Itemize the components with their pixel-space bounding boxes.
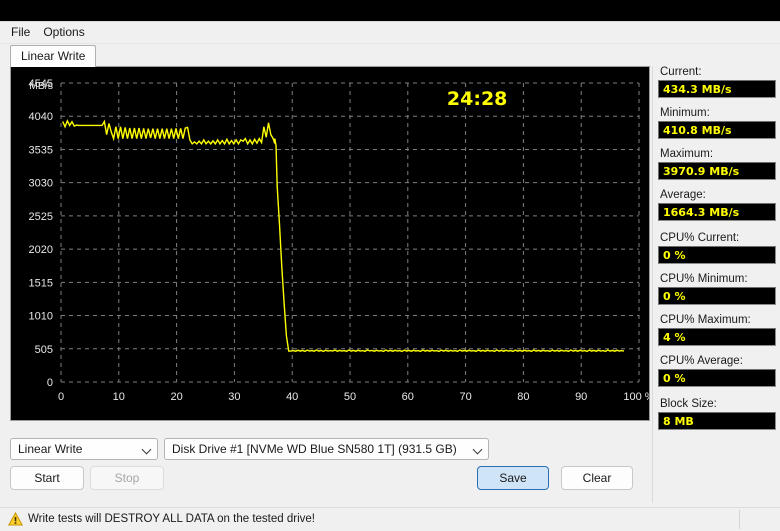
stat-block-size-label: Block Size: [660, 398, 717, 410]
y-axis-tick-label: 505 [35, 344, 53, 356]
stat-maximum: Maximum: 3970.9 MB/s [658, 148, 776, 180]
tab-strip: Linear Write [0, 44, 780, 67]
status-bar: Write tests will DESTROY ALL DATA on the… [0, 507, 780, 530]
x-axis-tick-label: 70 [459, 391, 471, 403]
y-axis-tick-label: 1515 [29, 277, 53, 289]
stat-cpu-maximum-value: 4 % [663, 330, 686, 344]
main-content: MB/s 0 505 1010 1515 2020 2525 3030 3535 4040 4545… [0, 66, 780, 531]
y-axis-tick-label: 2525 [29, 211, 53, 223]
stat-cpu-average-box: 0 % [658, 369, 776, 387]
panel-divider [652, 66, 653, 503]
stat-cpu-current-value: 0 % [663, 248, 686, 262]
stat-cpu-minimum-label: CPU% Minimum: [660, 273, 748, 285]
chevron-down-icon [472, 443, 484, 455]
y-axis-tick-label: 4040 [29, 111, 53, 123]
stat-current-value: 434.3 MB/s [663, 82, 732, 96]
y-axis-tick-label: 1010 [29, 311, 53, 323]
stat-minimum: Minimum: 410.8 MB/s [658, 107, 776, 139]
y-axis-tick-label: 0 [47, 377, 53, 389]
stat-maximum-value: 3970.9 MB/s [663, 164, 740, 178]
stat-cpu-average: CPU% Average: 0 % [658, 355, 776, 387]
stat-current-box: 434.3 MB/s [658, 80, 776, 98]
menu-bar: File Options [0, 22, 780, 44]
tab-linear-write[interactable]: Linear Write [10, 45, 97, 67]
stat-minimum-label: Minimum: [660, 107, 710, 119]
buttons-row: Start Stop Save Clear [0, 460, 648, 490]
x-axis-tick-label: 0 [58, 391, 64, 403]
test-mode-value: Linear Write [18, 442, 83, 456]
app-window: File Options Linear Write MB/s 0 505 1010 15… [0, 21, 780, 531]
x-axis-tick-label: 50 [344, 391, 356, 403]
stat-average: Average: 1664.3 MB/s [658, 189, 776, 221]
stat-cpu-current-label: CPU% Current: [660, 232, 740, 244]
stat-block-size: Block Size: 8 MB [658, 398, 776, 430]
x-axis-tick-label: 10 [113, 391, 125, 403]
menu-file[interactable]: File [7, 23, 39, 42]
stop-button: Stop [90, 466, 164, 490]
x-axis-tick-label: 80 [517, 391, 529, 403]
start-button[interactable]: Start [10, 466, 84, 490]
stat-cpu-minimum-value: 0 % [663, 289, 686, 303]
x-axis-tick-label: 60 [402, 391, 414, 403]
chart-panel: MB/s 0 505 1010 1515 2020 2525 3030 3535 4040 4545… [10, 66, 650, 421]
x-axis-tick-label: 90 [575, 391, 587, 403]
stat-average-label: Average: [660, 189, 706, 201]
y-axis-tick-label: 2020 [29, 244, 53, 256]
x-axis-tick-label: 30 [228, 391, 240, 403]
action-buttons: Save Clear [465, 466, 633, 490]
y-axis-tick-label: 3030 [29, 178, 53, 190]
x-axis-tick-label: 100 % [623, 391, 649, 403]
stat-block-size-box: 8 MB [658, 412, 776, 430]
x-axis-tick-label: 40 [286, 391, 298, 403]
stat-cpu-maximum-label: CPU% Maximum: [660, 314, 751, 326]
y-axis-tick-label: 4545 [29, 78, 53, 90]
status-divider [739, 510, 740, 529]
drive-select-value: Disk Drive #1 [NVMe WD Blue SN580 1T] (9… [172, 442, 457, 456]
throughput-line-chart: MB/s050510101515202025253030353540404545… [29, 78, 649, 403]
x-axis-tick-label: 20 [170, 391, 182, 403]
throughput-series-line [62, 119, 625, 353]
stat-maximum-label: Maximum: [660, 148, 714, 160]
stat-current: Current: 434.3 MB/s [658, 66, 776, 98]
stat-cpu-current: CPU% Current: 0 % [658, 232, 776, 264]
save-button[interactable]: Save [477, 466, 549, 490]
test-mode-select[interactable]: Linear Write [10, 438, 158, 460]
stat-minimum-value: 410.8 MB/s [663, 123, 732, 137]
warning-icon [8, 512, 23, 526]
elapsed-timer-readout: 24:28 [447, 88, 507, 110]
chevron-down-icon [141, 443, 153, 455]
stat-cpu-average-value: 0 % [663, 371, 686, 385]
stat-cpu-current-box: 0 % [658, 246, 776, 264]
stat-cpu-average-label: CPU% Average: [660, 355, 743, 367]
warning-text: Write tests will DESTROY ALL DATA on the… [28, 513, 315, 525]
stat-cpu-maximum-box: 4 % [658, 328, 776, 346]
stat-cpu-minimum-box: 0 % [658, 287, 776, 305]
stat-cpu-maximum: CPU% Maximum: 4 % [658, 314, 776, 346]
drive-select[interactable]: Disk Drive #1 [NVMe WD Blue SN580 1T] (9… [164, 438, 489, 460]
y-axis-tick-label: 3535 [29, 144, 53, 156]
controls-area: Linear Write Disk Drive #1 [NVMe WD Blue… [0, 438, 648, 490]
selects-row: Linear Write Disk Drive #1 [NVMe WD Blue… [0, 438, 648, 460]
stat-block-size-value: 8 MB [663, 414, 694, 428]
stat-average-value: 1664.3 MB/s [663, 205, 740, 219]
stat-current-label: Current: [660, 66, 702, 78]
stat-average-box: 1664.3 MB/s [658, 203, 776, 221]
stat-maximum-box: 3970.9 MB/s [658, 162, 776, 180]
stats-sidebar: Current: 434.3 MB/s Minimum: 410.8 MB/s … [658, 66, 776, 503]
menu-options[interactable]: Options [39, 23, 93, 42]
stat-cpu-minimum: CPU% Minimum: 0 % [658, 273, 776, 305]
stat-minimum-box: 410.8 MB/s [658, 121, 776, 139]
clear-button[interactable]: Clear [561, 466, 633, 490]
